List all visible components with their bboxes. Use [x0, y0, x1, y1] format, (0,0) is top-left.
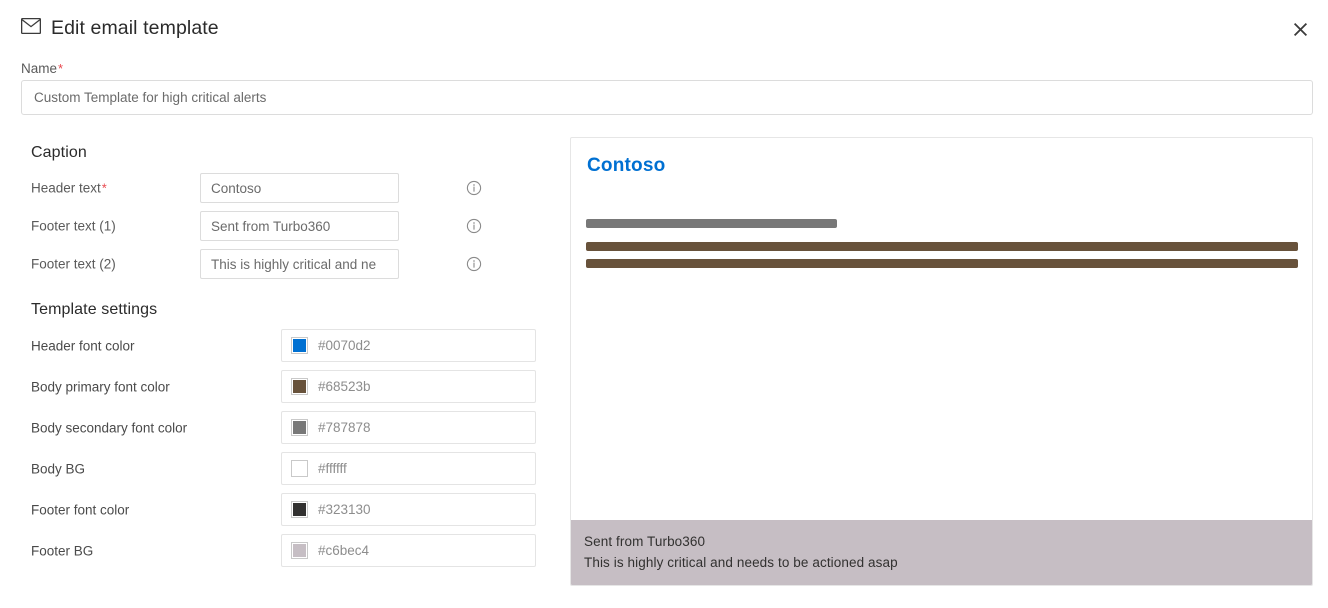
template-settings-section-title: Template settings: [31, 301, 158, 318]
close-button[interactable]: [1284, 13, 1316, 45]
color-hex-value: #0070d2: [318, 338, 371, 353]
color-hex-value: #787878: [318, 420, 371, 435]
edit-email-template-dialog: Edit email template Name* Caption Header…: [0, 0, 1328, 608]
header-text-input[interactable]: [200, 173, 399, 203]
color-label: Footer font color: [31, 502, 130, 517]
info-icon[interactable]: [466, 180, 482, 196]
body-bg-color-picker[interactable]: #ffffff: [281, 452, 536, 485]
email-preview-panel: Contoso Sent from Turbo360 This is highl…: [570, 137, 1313, 586]
body-primary-font-color-picker[interactable]: #68523b: [281, 370, 536, 403]
required-asterisk: *: [58, 61, 64, 76]
close-icon: [1293, 22, 1307, 36]
color-hex-value: #323130: [318, 502, 371, 517]
dialog-title-group: Edit email template: [20, 16, 219, 40]
color-label: Body primary font color: [31, 379, 170, 394]
color-swatch-fill: [293, 544, 306, 557]
name-field-label: Name*: [21, 61, 63, 76]
color-swatch-fill: [293, 503, 306, 516]
preview-footer-line-1: Sent from Turbo360: [584, 534, 706, 549]
info-icon[interactable]: [466, 218, 482, 234]
body-secondary-font-color-picker[interactable]: #787878: [281, 411, 536, 444]
page-title: Edit email template: [51, 16, 219, 39]
caption-row-header-text: Header text*: [0, 173, 560, 203]
preview-footer-line-2: This is highly critical and needs to be …: [584, 555, 898, 570]
name-label-text: Name: [21, 61, 58, 76]
caption-label-text: Footer text (1): [31, 218, 116, 234]
color-swatch-fill: [293, 421, 306, 434]
dialog-header: Edit email template: [0, 0, 1328, 56]
caption-label-text: Footer text (2): [31, 256, 116, 272]
color-label: Body secondary font color: [31, 420, 188, 435]
mail-icon: [20, 17, 42, 38]
caption-row-footer-text-2: Footer text (2): [0, 249, 560, 279]
footer-bg-color-picker[interactable]: #c6bec4: [281, 534, 536, 567]
caption-section-title: Caption: [31, 144, 87, 161]
color-row-body-secondary-font-color: Body secondary font color #787878: [0, 411, 560, 444]
color-swatch: [291, 542, 308, 559]
color-swatch-fill: [293, 462, 306, 475]
header-font-color-picker[interactable]: #0070d2: [281, 329, 536, 362]
color-label: Body BG: [31, 461, 86, 476]
color-hex-value: #ffffff: [318, 461, 347, 476]
color-swatch: [291, 460, 308, 477]
color-hex-value: #68523b: [318, 379, 371, 394]
color-swatch: [291, 337, 308, 354]
color-row-body-primary-font-color: Body primary font color #68523b: [0, 370, 560, 403]
color-swatch: [291, 501, 308, 518]
color-row-footer-bg: Footer BG #c6bec4: [0, 534, 560, 567]
preview-footer: Sent from Turbo360 This is highly critic…: [571, 520, 1312, 585]
preview-placeholder-bar-primary-1: [586, 242, 1298, 251]
required-asterisk: *: [101, 180, 107, 196]
color-swatch: [291, 419, 308, 436]
color-swatch: [291, 378, 308, 395]
caption-label: Footer text (2): [31, 257, 116, 272]
preview-placeholder-bar-secondary: [586, 219, 837, 228]
color-swatch-fill: [293, 339, 306, 352]
footer-text-2-input[interactable]: [200, 249, 399, 279]
caption-label: Footer text (1): [31, 219, 116, 234]
caption-label: Header text*: [31, 181, 107, 196]
color-hex-value: #c6bec4: [318, 543, 370, 558]
caption-row-footer-text-1: Footer text (1): [0, 211, 560, 241]
caption-label-text: Header text: [31, 180, 101, 196]
footer-text-1-input[interactable]: [200, 211, 399, 241]
color-label: Header font color: [31, 338, 135, 353]
footer-font-color-picker[interactable]: #323130: [281, 493, 536, 526]
name-input[interactable]: [21, 80, 1313, 115]
color-row-body-bg: Body BG #ffffff: [0, 452, 560, 485]
settings-column: Caption Header text* Footer text (1): [0, 130, 560, 608]
color-row-header-font-color: Header font color #0070d2: [0, 329, 560, 362]
color-row-footer-font-color: Footer font color #323130: [0, 493, 560, 526]
preview-heading: Contoso: [587, 155, 666, 176]
color-swatch-fill: [293, 380, 306, 393]
color-label: Footer BG: [31, 543, 94, 558]
preview-placeholder-bar-primary-2: [586, 259, 1298, 268]
info-icon[interactable]: [466, 256, 482, 272]
